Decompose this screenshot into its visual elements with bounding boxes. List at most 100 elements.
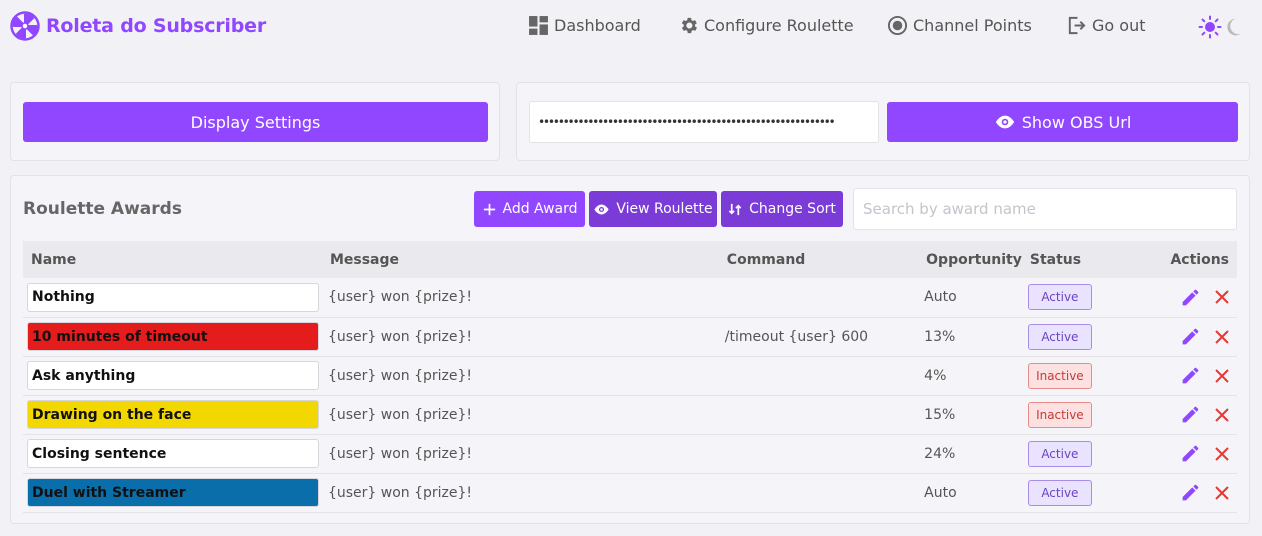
cell-status: Active [1022,434,1141,473]
status-badge[interactable]: Inactive [1027,401,1092,428]
cell-command [719,434,918,473]
cell-message: {user} won {prize}! [327,289,473,306]
delete-x-icon[interactable] [1213,328,1231,346]
nav-configure-roulette-label: Configure Roulette [704,16,854,35]
cell-opportunity: Auto [924,289,957,306]
edit-pencil-icon[interactable] [1180,287,1201,308]
table-header-row: Name Message Command Opportunity Status … [23,241,1237,278]
nav-go-out-label: Go out [1092,16,1146,35]
award-name-field[interactable]: Nothing [27,282,319,312]
column-header-name[interactable]: Name [23,241,322,278]
cell-message: {user} won {prize}! [327,484,473,501]
cell-command [719,278,918,317]
edit-pencil-icon[interactable] [1180,326,1201,347]
cell-status: Inactive [1022,356,1141,395]
show-obs-url-label: Show OBS Url [1021,112,1132,132]
award-search-input[interactable] [853,188,1237,230]
cell-name: Duel with Streamer [23,473,322,512]
edit-pencil-icon[interactable] [1180,365,1201,386]
display-settings-card: Display Settings [10,82,500,161]
brand-name: Roleta do Subscriber [46,15,266,37]
sun-icon[interactable] [1198,15,1222,39]
nav-channel-points[interactable]: Channel Points [887,15,1032,36]
roulette-awards-card: Roulette Awards Add Award View Roulette … [10,175,1250,524]
show-obs-url-button[interactable]: Show OBS Url [887,102,1238,142]
cell-status: Active [1022,473,1141,512]
eye-icon [594,204,609,214]
cell-name: 10 minutes of timeout [23,317,322,356]
row-actions [1147,287,1237,308]
status-badge[interactable]: Active [1027,284,1092,311]
roulette-wheel-icon [10,11,40,41]
cell-name: Nothing [23,278,322,317]
nav-dashboard[interactable]: Dashboard [528,15,641,36]
table-row: Ask anything {user} won {prize}! 4% Inac… [23,356,1237,395]
table-row: Nothing {user} won {prize}! Auto Active [23,278,1237,317]
cell-actions [1141,395,1237,434]
award-name-field[interactable]: 10 minutes of timeout [27,322,319,351]
eye-icon [995,115,1014,129]
cell-command [719,395,918,434]
cell-message: {user} won {prize}! [327,328,473,345]
delete-x-icon[interactable] [1213,367,1231,385]
row-actions [1147,326,1237,347]
nav-go-out[interactable]: Go out [1066,15,1145,36]
moon-icon[interactable] [1224,15,1244,39]
nav-channel-points-label: Channel Points [913,16,1032,35]
status-badge[interactable]: Inactive [1027,362,1092,389]
column-header-opportunity[interactable]: Opportunity [918,241,1022,278]
gear-icon [681,17,697,34]
edit-pencil-icon[interactable] [1180,404,1201,425]
cell-name: Closing sentence [23,434,322,473]
cell-message: {user} won {prize}! [327,445,473,462]
status-badge[interactable]: Active [1027,323,1092,350]
change-sort-button[interactable]: Change Sort [721,191,843,227]
cell-actions [1141,473,1237,512]
edit-pencil-icon[interactable] [1180,482,1201,503]
add-award-button[interactable]: Add Award [474,191,585,227]
display-settings-button[interactable]: Display Settings [23,102,488,142]
cell-actions [1141,278,1237,317]
obs-url-card: ••••••••••••••••••••••••••••••••••••••••… [516,82,1250,161]
delete-x-icon[interactable] [1213,484,1231,502]
sort-arrows-icon [728,203,742,215]
awards-table: Name Message Command Opportunity Status … [23,241,1237,513]
brand[interactable]: Roleta do Subscriber [10,11,266,41]
cell-actions [1141,317,1237,356]
record-icon [887,15,908,36]
plus-icon [483,203,495,215]
row-actions [1147,443,1237,464]
delete-x-icon[interactable] [1213,406,1231,424]
cell-opportunity: 24% [924,445,956,462]
cell-message: {user} won {prize}! [327,406,473,423]
status-badge[interactable]: Active [1027,479,1092,506]
award-name-field[interactable]: Closing sentence [27,439,319,468]
delete-x-icon[interactable] [1213,288,1231,306]
award-name-field[interactable]: Drawing on the face [27,400,319,429]
delete-x-icon[interactable] [1213,445,1231,463]
logout-icon [1068,16,1086,35]
cell-status: Active [1022,278,1141,317]
award-name-field[interactable]: Ask anything [27,361,319,390]
cell-name: Ask anything [23,356,322,395]
row-actions [1147,365,1237,386]
cell-opportunity: 4% [924,367,947,384]
column-header-command[interactable]: Command [719,241,918,278]
cell-status: Active [1022,317,1141,356]
nav-configure-roulette[interactable]: Configure Roulette [678,15,854,36]
edit-pencil-icon[interactable] [1180,443,1201,464]
column-header-status[interactable]: Status [1022,241,1141,278]
view-roulette-button[interactable]: View Roulette [589,191,717,227]
column-header-message[interactable]: Message [322,241,719,278]
award-name-field[interactable]: Duel with Streamer [27,478,319,507]
awards-title: Roulette Awards [23,199,182,219]
cell-actions [1141,356,1237,395]
table-row: Closing sentence {user} won {prize}! 24%… [23,434,1237,473]
row-actions [1147,404,1237,425]
status-badge[interactable]: Active [1027,440,1092,467]
table-row: Duel with Streamer {user} won {prize}! A… [23,473,1237,512]
cell-opportunity: Auto [924,484,957,501]
obs-url-field[interactable]: ••••••••••••••••••••••••••••••••••••••••… [529,101,879,143]
table-row: 10 minutes of timeout {user} won {prize}… [23,317,1237,356]
theme-toggle[interactable] [1198,15,1244,39]
